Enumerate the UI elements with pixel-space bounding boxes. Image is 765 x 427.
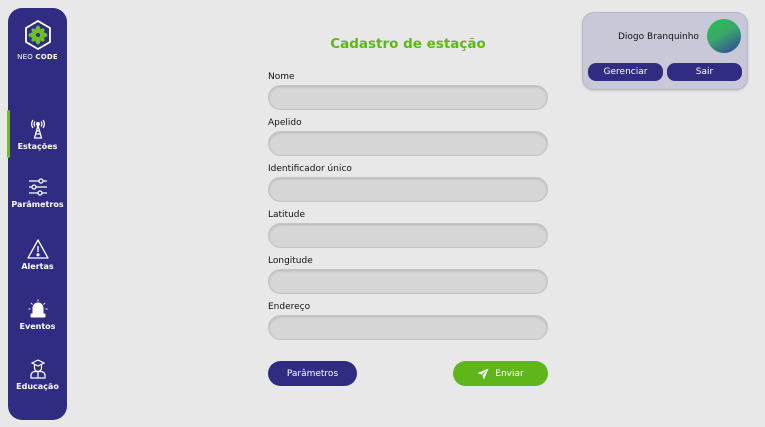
brand-logo: NEO CODE (8, 20, 67, 61)
student-icon (29, 359, 46, 379)
sair-button[interactable]: Sair (667, 63, 742, 81)
apelido-input[interactable] (268, 131, 548, 156)
user-name: Diogo Branquinho (618, 32, 699, 42)
identificador-label: Identificador único (268, 164, 352, 174)
longitude-label: Longitude (268, 256, 313, 266)
brand-name-light: NEO (17, 53, 33, 61)
sidebar-item-estacoes[interactable]: Estações (7, 110, 67, 158)
sidebar-item-label: Educação (16, 382, 59, 391)
sidebar-item-alertas[interactable]: Alertas (8, 238, 67, 271)
sidebar: NEO CODE Estações Parâmetros Alertas Eve… (7, 8, 67, 420)
sidebar-item-eventos[interactable]: Eventos (8, 298, 67, 331)
sidebar-item-label: Parâmetros (11, 200, 64, 209)
user-card: Diogo Branquinho Gerenciar Sair (582, 12, 748, 90)
latitude-input[interactable] (268, 223, 548, 248)
latitude-label: Latitude (268, 210, 306, 220)
enviar-label: Enviar (495, 368, 524, 379)
avatar[interactable] (707, 19, 741, 53)
nome-input[interactable] (268, 85, 548, 110)
identificador-input[interactable] (268, 177, 548, 202)
sidebar-item-educacao[interactable]: Educação (8, 358, 67, 391)
brand-name: NEO CODE (8, 53, 67, 61)
endereco-input[interactable] (268, 315, 548, 340)
longitude-input[interactable] (268, 269, 548, 294)
parametros-button[interactable]: Parâmetros (268, 361, 357, 386)
sidebar-item-label: Eventos (19, 322, 56, 331)
warning-triangle-icon (26, 239, 49, 259)
brand-name-bold: CODE (35, 53, 58, 61)
neocode-logo-icon (24, 20, 51, 50)
sidebar-item-label: Alertas (21, 262, 54, 271)
sidebar-item-parametros[interactable]: Parâmetros (8, 176, 67, 209)
antenna-tower-icon (30, 119, 45, 139)
sliders-icon (28, 178, 47, 196)
siren-icon (28, 299, 47, 318)
send-plane-icon (477, 368, 489, 379)
page-title: Cadastro de estação (330, 36, 486, 52)
gerenciar-button[interactable]: Gerenciar (588, 63, 663, 81)
sidebar-item-label: Estações (17, 142, 58, 151)
endereco-label: Endereço (268, 302, 311, 312)
enviar-button[interactable]: Enviar (453, 361, 548, 386)
apelido-label: Apelido (268, 118, 302, 128)
nome-label: Nome (268, 72, 295, 82)
